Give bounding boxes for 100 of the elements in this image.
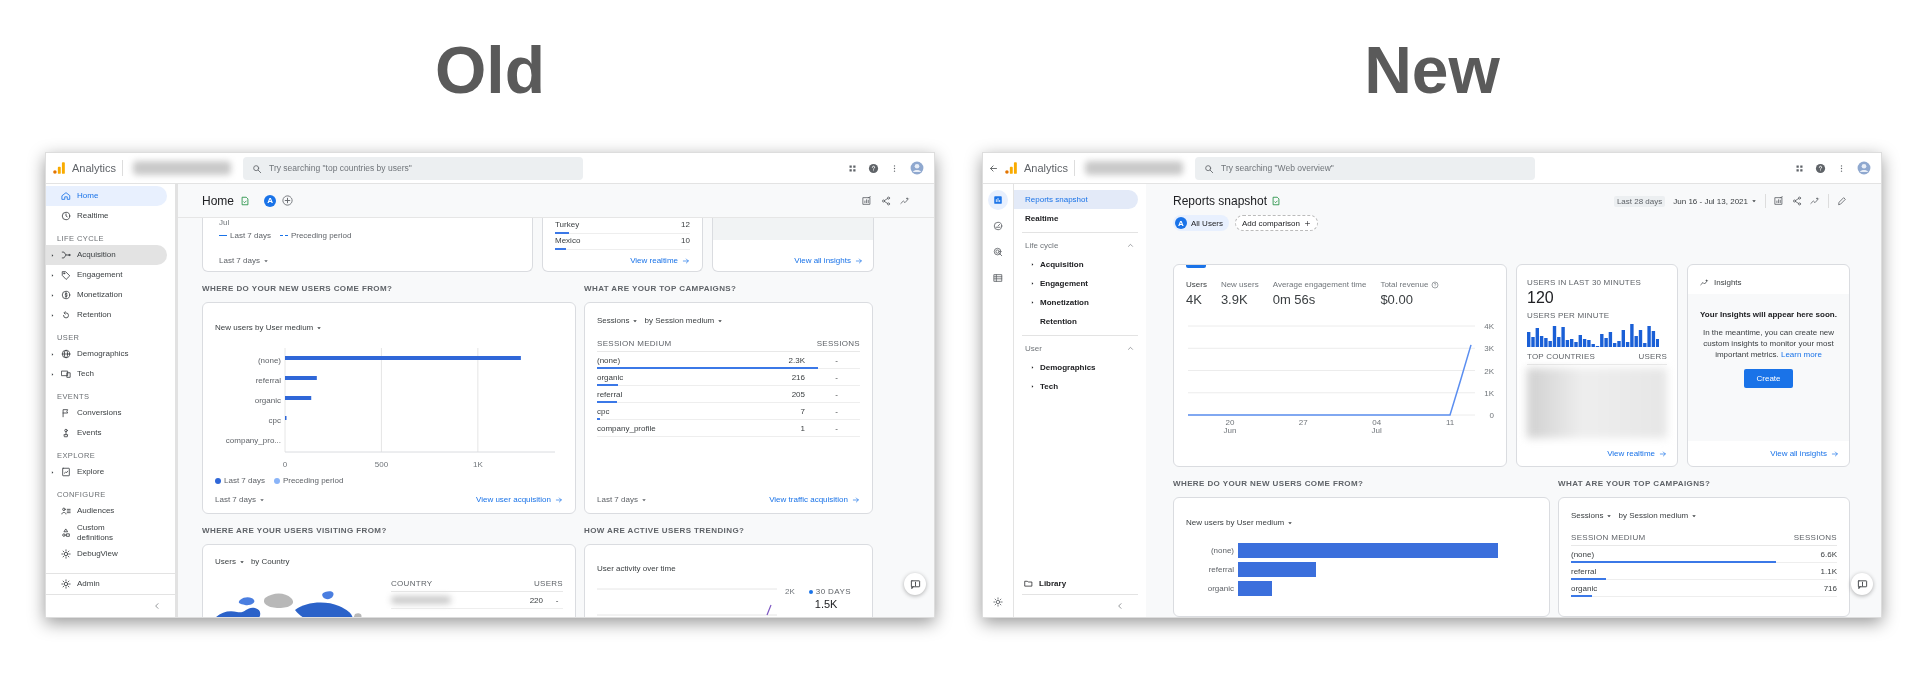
nav-item[interactable]: Realtime [1014, 209, 1138, 228]
date-range-dropdown[interactable]: Last 7 days [219, 256, 269, 265]
search-field[interactable]: Try searching "top countries by users" [243, 156, 584, 180]
nav-item[interactable]: Demographics [46, 344, 167, 364]
add-comparison-button[interactable]: Add comparison [1235, 215, 1318, 231]
arrow-right-icon [555, 495, 563, 504]
metric-dropdown[interactable]: New users by User medium [1186, 518, 1294, 527]
nav-item[interactable]: Explore [46, 462, 167, 482]
feedback-button[interactable] [904, 573, 926, 595]
metric-label[interactable]: New users [1220, 280, 1259, 289]
share-icon[interactable] [1792, 196, 1802, 206]
nav-item[interactable]: Monetization [1022, 293, 1130, 312]
nav-item[interactable]: Audiences [46, 501, 167, 521]
gear-icon [61, 549, 71, 560]
metric-dropdown[interactable]: Sessions [1571, 511, 1613, 520]
help-icon[interactable] [1815, 162, 1826, 174]
nav-item[interactable]: Admin [46, 574, 167, 594]
caret-down-icon [262, 257, 269, 264]
nav-item[interactable]: Tech [46, 364, 167, 384]
caret-down-icon [238, 558, 245, 565]
create-button[interactable]: Create [1744, 368, 1793, 388]
metric-label[interactable]: Average engagement time [1272, 280, 1367, 289]
blurred-area [391, 596, 451, 604]
settings-icon[interactable] [993, 597, 1003, 607]
date-range-dropdown[interactable]: Last 7 days [215, 495, 265, 504]
nav-item[interactable]: Events [46, 423, 167, 443]
globe-icon [61, 349, 71, 359]
collapse-section-button[interactable] [1127, 242, 1134, 249]
collapse-section-button[interactable] [1127, 345, 1134, 352]
dimension-dropdown[interactable]: by Session medium [644, 316, 724, 325]
caret-down-icon [258, 496, 265, 503]
date-preset: Last 28 days [1613, 195, 1666, 207]
nav-item[interactable]: Acquisition [46, 245, 167, 265]
legend-label: Preceding period [290, 231, 352, 240]
search-field[interactable]: Try searching "Web overview" [1195, 156, 1536, 180]
segment-avatar[interactable]: A [264, 194, 276, 207]
nav-item[interactable]: Conversions [46, 403, 167, 423]
table-cell-text: - [834, 373, 839, 384]
nav-item[interactable]: Home [46, 186, 167, 206]
chevron-left-icon[interactable] [1116, 602, 1124, 610]
nav-item[interactable]: Realtime [46, 206, 167, 226]
insights-icon[interactable] [1810, 196, 1820, 206]
metric-dropdown[interactable]: Sessions [597, 316, 639, 325]
table-cell-text: cpc [597, 407, 611, 418]
date-range-dropdown[interactable]: Last 7 days [597, 495, 647, 504]
apps-icon[interactable] [1795, 163, 1804, 173]
nav-item[interactable]: Custom definitions [46, 521, 167, 545]
metric-label[interactable]: Total revenue [1380, 280, 1440, 289]
library-link[interactable]: Library [1014, 572, 1146, 594]
pencil-icon[interactable] [1837, 196, 1847, 206]
nav-item[interactable]: Engagement [1022, 274, 1130, 293]
help-icon[interactable] [868, 162, 879, 174]
date-range-dropdown[interactable]: Jun 16 - Jul 13, 2021 [1673, 196, 1757, 206]
metric-label[interactable]: Users [1186, 280, 1207, 289]
customize-report-icon[interactable] [862, 195, 872, 206]
caret-down-icon [717, 317, 724, 324]
customize-report-icon[interactable] [1774, 196, 1784, 206]
table-cell-text: referral [1571, 567, 1598, 578]
chart-title: USERS PER MINUTE [1527, 311, 1611, 320]
insights-icon[interactable] [900, 195, 910, 206]
dimension-dropdown[interactable]: by Session medium [1618, 511, 1698, 520]
avatar-icon[interactable] [1857, 161, 1871, 175]
metric-dropdown[interactable]: New users by User medium [215, 323, 323, 332]
nav-item[interactable]: Demographics [1022, 358, 1130, 377]
back-arrow-icon[interactable] [989, 163, 998, 173]
nav-item[interactable]: Retention [1022, 312, 1130, 331]
table-cell-text: - [834, 407, 839, 418]
feedback-button[interactable] [1851, 573, 1873, 595]
segment-chip[interactable]: A All Users [1173, 215, 1229, 231]
nav-item[interactable]: Monetization [46, 285, 167, 305]
nav-item[interactable]: Acquisition [1022, 255, 1130, 274]
nav-rail-button[interactable] [988, 190, 1008, 210]
nav-item[interactable]: Engagement [46, 265, 167, 285]
share-icon[interactable] [881, 195, 891, 206]
axis-label: referral [255, 376, 281, 385]
nav-item[interactable]: Tech [1022, 377, 1130, 396]
arrow-right-icon [855, 256, 863, 265]
view-realtime-link[interactable]: View realtime [1607, 449, 1667, 458]
dimension-dropdown[interactable]: by Country [250, 557, 290, 566]
chevron-left-icon[interactable] [153, 602, 161, 610]
bar-chart-icon [993, 195, 1003, 205]
avatar-icon[interactable] [910, 161, 924, 175]
nav-item[interactable]: DebugView [46, 544, 167, 565]
audience-icon [61, 506, 71, 516]
gauge-icon [993, 221, 1003, 231]
nav-item[interactable]: Reports snapshot [1014, 190, 1138, 209]
view-insights-link[interactable]: View all insights [1770, 449, 1839, 458]
add-comparison-button[interactable] [282, 195, 293, 206]
logo-icon [1004, 161, 1018, 175]
nav-item[interactable]: Retention [46, 305, 167, 325]
table-cell-text: 1.1K [1819, 567, 1837, 578]
axis-label: cpc [268, 416, 281, 425]
view-acquisition-link[interactable]: View user acquisition [476, 495, 563, 504]
view-insights-link[interactable]: View all insights [794, 256, 863, 265]
learn-more-link[interactable]: Learn more [1780, 350, 1822, 360]
apps-icon[interactable] [848, 163, 857, 173]
view-realtime-link[interactable]: View realtime [630, 256, 690, 265]
metric-dropdown[interactable]: Users [215, 557, 245, 566]
view-traffic-link[interactable]: View traffic acquisition [769, 495, 860, 504]
axis-label: referral [1207, 565, 1234, 574]
